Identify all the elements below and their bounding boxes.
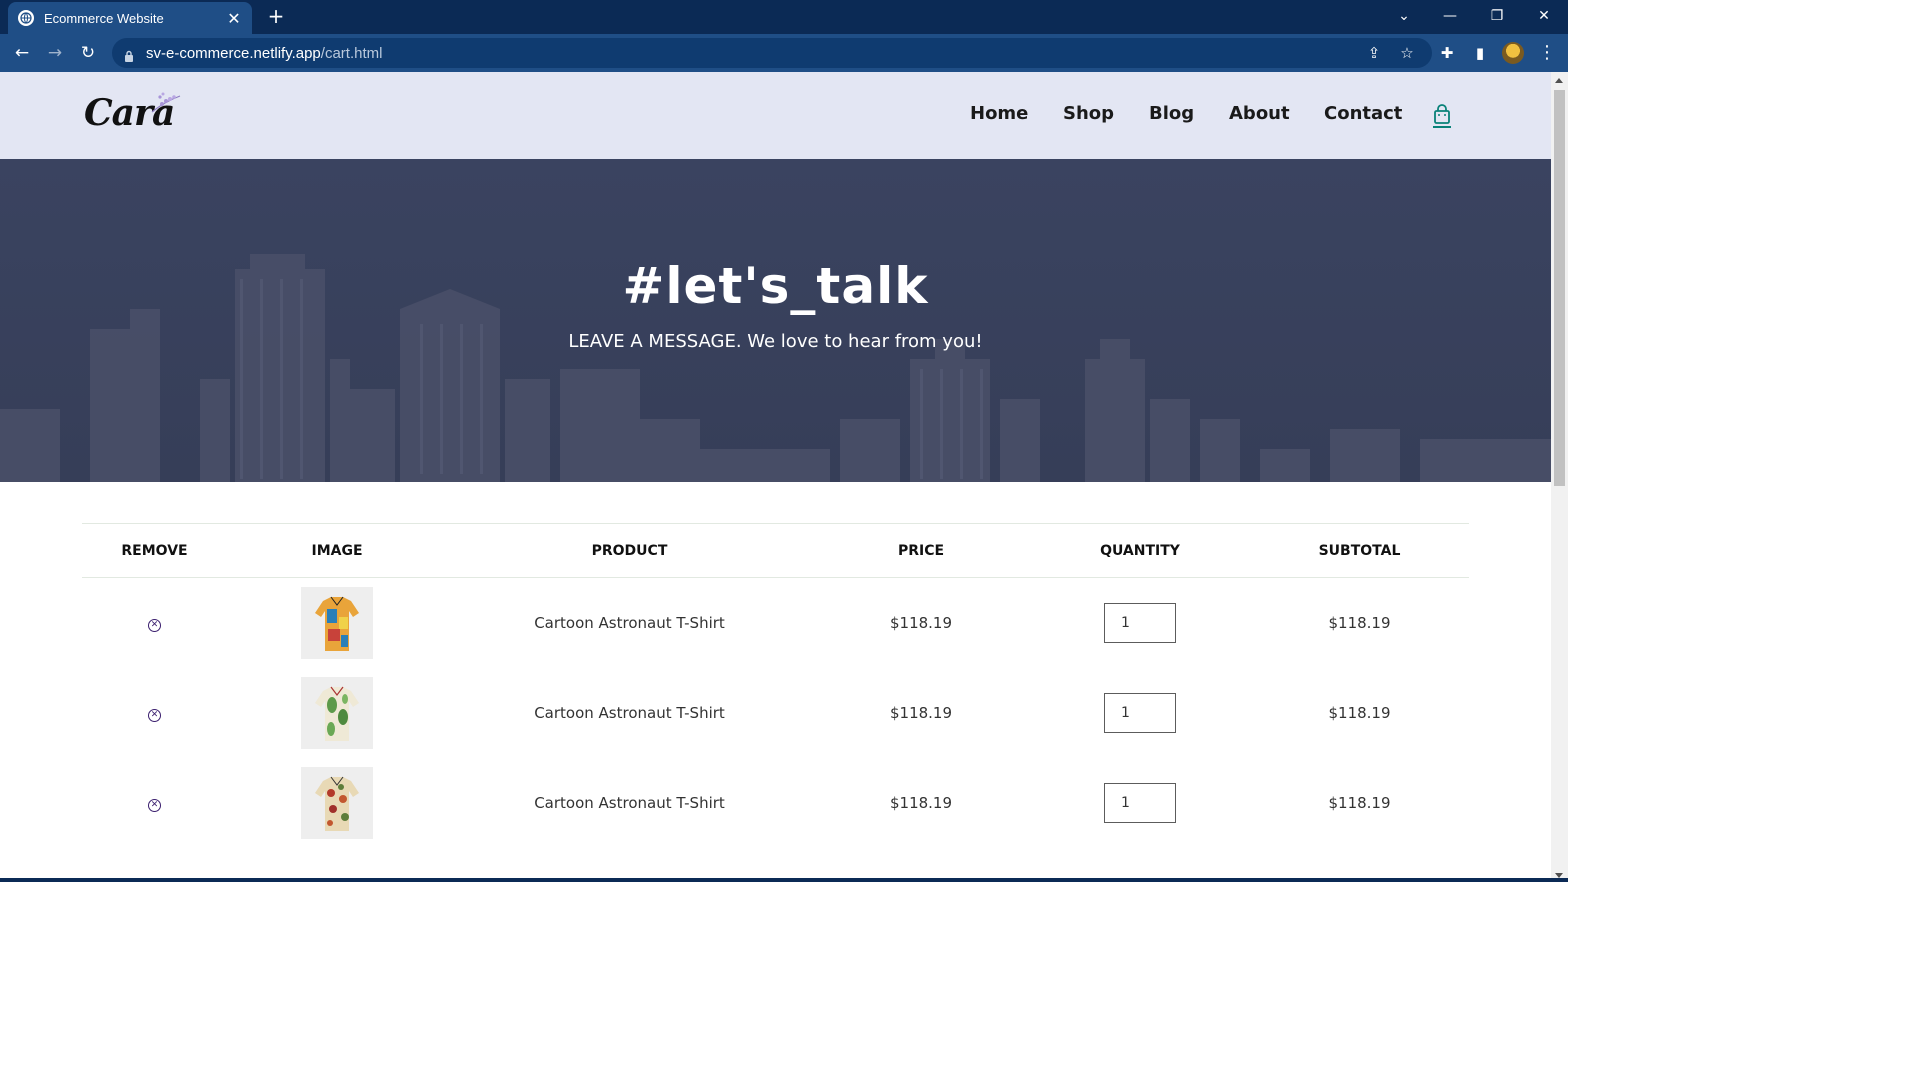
- tab-search-icon[interactable]: ⌄: [1394, 6, 1414, 26]
- product-price: $118.19: [889, 703, 953, 722]
- lock-icon: [124, 47, 134, 62]
- browser-menu-icon[interactable]: ⋮: [1538, 42, 1556, 64]
- remove-item-icon[interactable]: ✕: [148, 709, 161, 722]
- forward-button[interactable]: →: [45, 43, 65, 63]
- nav-home[interactable]: Home: [970, 103, 1028, 124]
- profile-avatar[interactable]: [1502, 42, 1524, 64]
- minimize-button[interactable]: —: [1440, 6, 1460, 26]
- product-name: Cartoon Astronaut T-Shirt: [534, 613, 725, 632]
- image-cell: [227, 758, 447, 848]
- remove-item-icon[interactable]: ✕: [148, 799, 161, 812]
- quantity-input[interactable]: [1104, 602, 1176, 643]
- restore-button[interactable]: ❐: [1487, 6, 1507, 26]
- hero-subheading: LEAVE A MESSAGE. We love to hear from yo…: [568, 331, 983, 352]
- site-logo[interactable]: Cara: [84, 90, 194, 140]
- remove-cell: ✕: [82, 758, 227, 848]
- cart-table: REMOVE IMAGE PRODUCT PRICE QUANTITY SUBT…: [82, 523, 1469, 848]
- quantity-cell: [1030, 668, 1250, 758]
- share-icon[interactable]: ⇪: [1363, 42, 1385, 64]
- url-text: sv-e-commerce.netlify.app/cart.html: [146, 45, 382, 62]
- city-skyline-image: [0, 159, 1551, 482]
- image-cell: [227, 578, 447, 668]
- product-name: Cartoon Astronaut T-Shirt: [534, 793, 725, 812]
- browser-toolbar: ← → ↻ sv-e-commerce.netlify.app/cart.htm…: [0, 34, 1568, 72]
- col-header-subtotal: SUBTOTAL: [1318, 542, 1401, 559]
- globe-icon: [18, 10, 34, 26]
- window-bottom-border: [0, 878, 1568, 882]
- page-scrollbar[interactable]: [1551, 72, 1568, 882]
- image-cell: [227, 668, 447, 758]
- url-host: sv-e-commerce.netlify.app: [146, 44, 321, 62]
- product-image[interactable]: [301, 586, 373, 659]
- page-viewport: Cara Home Shop Blog About Contact #let's…: [0, 72, 1551, 882]
- quantity-input[interactable]: [1104, 692, 1176, 733]
- quantity-input[interactable]: [1104, 782, 1176, 823]
- nav-contact[interactable]: Contact: [1324, 103, 1402, 124]
- remove-item-icon[interactable]: ✕: [148, 619, 161, 633]
- back-button[interactable]: ←: [12, 43, 32, 63]
- hero-banner: #let's_talk LEAVE A MESSAGE. We love to …: [0, 159, 1551, 482]
- shopping-bag-icon[interactable]: [1433, 104, 1451, 128]
- extensions-icon[interactable]: ✚: [1436, 42, 1458, 64]
- new-tab-button[interactable]: +: [266, 6, 286, 26]
- nav-about[interactable]: About: [1229, 103, 1290, 124]
- col-header-price: PRICE: [897, 542, 945, 559]
- table-row: ✕ Cartoon Astronaut T-Shirt $118.19 $118…: [82, 668, 1469, 758]
- product-price: $118.19: [889, 793, 953, 812]
- hero-heading: #let's_talk: [622, 257, 929, 315]
- col-header-product: PRODUCT: [591, 542, 668, 559]
- quantity-cell: [1030, 758, 1250, 848]
- browser-tab[interactable]: Ecommerce Website ✕: [8, 2, 252, 34]
- col-header-quantity: QUANTITY: [1100, 542, 1180, 559]
- remove-cell: ✕: [82, 668, 227, 758]
- remove-cell: ✕: [82, 578, 227, 668]
- bookmark-star-icon[interactable]: ☆: [1396, 42, 1418, 64]
- cart-table-header: REMOVE IMAGE PRODUCT PRICE QUANTITY SUBT…: [82, 523, 1469, 578]
- tab-close-icon[interactable]: ✕: [226, 9, 242, 28]
- lavender-icon: [151, 92, 181, 113]
- url-path: /cart.html: [320, 44, 383, 62]
- address-bar[interactable]: sv-e-commerce.netlify.app/cart.html: [112, 38, 1432, 68]
- product-subtotal: $118.19: [1328, 613, 1391, 632]
- scrollbar-thumb[interactable]: [1554, 90, 1565, 486]
- nav-shop[interactable]: Shop: [1063, 103, 1114, 124]
- col-header-remove: REMOVE: [121, 542, 188, 559]
- cart-header-row: REMOVE IMAGE PRODUCT PRICE QUANTITY SUBT…: [82, 523, 1469, 578]
- reload-button[interactable]: ↻: [78, 43, 98, 63]
- tab-title: Ecommerce Website: [44, 10, 164, 26]
- product-subtotal: $118.19: [1328, 703, 1391, 722]
- sidebar-icon[interactable]: ▮: [1469, 42, 1491, 64]
- product-price: $118.19: [889, 613, 953, 632]
- table-row: ✕ Cartoon Astronaut T-Shirt $118.19 $118…: [82, 578, 1469, 668]
- nav-blog[interactable]: Blog: [1149, 103, 1194, 124]
- scroll-up-arrow[interactable]: [1555, 78, 1563, 83]
- window-close-button[interactable]: ✕: [1534, 6, 1554, 26]
- browser-tab-bar: Ecommerce Website ✕ + ⌄ — ❐ ✕: [0, 0, 1568, 34]
- product-subtotal: $118.19: [1328, 793, 1391, 812]
- product-image[interactable]: [301, 676, 373, 749]
- site-header: Cara Home Shop Blog About Contact: [0, 72, 1551, 159]
- table-row: ✕ Cartoon Astronaut T-Shirt $118.19 1 $1…: [82, 758, 1469, 848]
- cart-table-body: ✕ Cartoon Astronaut T-Shirt $118.19 $118…: [82, 578, 1469, 848]
- product-name: Cartoon Astronaut T-Shirt: [534, 703, 725, 722]
- product-image[interactable]: [301, 766, 373, 839]
- col-header-image: IMAGE: [311, 542, 363, 559]
- quantity-cell: [1030, 578, 1250, 668]
